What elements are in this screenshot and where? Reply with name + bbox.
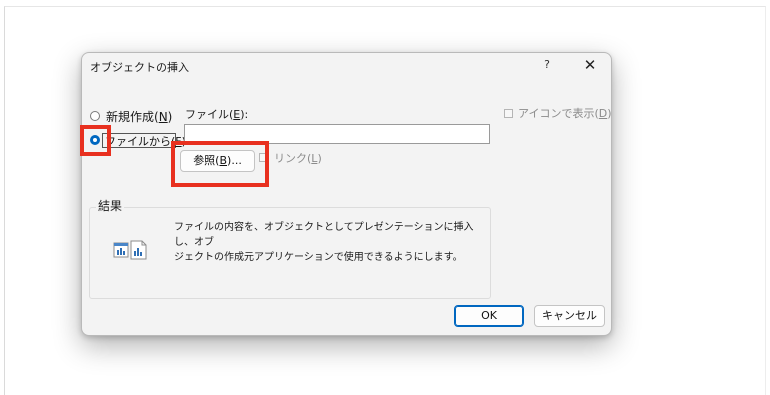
chart-document-icon bbox=[112, 235, 150, 267]
help-button[interactable]: ? bbox=[537, 55, 557, 75]
radio-from-file-label[interactable]: ファイルから(F) bbox=[102, 133, 186, 148]
insert-object-dialog: オブジェクトの挿入 ? ✕ 新規作成(N) ファイルから(F) ファイル(E):… bbox=[80, 52, 612, 336]
cancel-button[interactable]: キャンセル bbox=[534, 305, 605, 327]
display-as-icon-label[interactable]: アイコンで表示(D) bbox=[518, 105, 612, 121]
link-label[interactable]: リンク(L) bbox=[274, 150, 322, 166]
result-description-line-1: ファイルの内容を、オブジェクトとしてプレゼンテーションに挿入し、オブ bbox=[174, 222, 474, 248]
radio-create-new-label[interactable]: 新規作成(N) bbox=[106, 108, 172, 125]
display-as-icon-checkbox[interactable] bbox=[504, 109, 513, 118]
file-label: ファイル(E): bbox=[185, 108, 249, 121]
dialog-title: オブジェクトの挿入 bbox=[90, 61, 189, 74]
ok-button[interactable]: OK bbox=[454, 305, 524, 327]
result-description: ファイルの内容を、オブジェクトとしてプレゼンテーションに挿入し、オブ ジェクトの… bbox=[174, 220, 486, 265]
close-button[interactable]: ✕ bbox=[579, 55, 601, 75]
result-description-line-2: ジェクトの作成元アプリケーションで使用できるようにします。 bbox=[174, 252, 463, 263]
highlight-browse-button bbox=[171, 141, 269, 187]
highlight-from-file-radio bbox=[80, 125, 111, 156]
result-label: 結果 bbox=[96, 197, 125, 214]
radio-create-new[interactable] bbox=[90, 111, 100, 121]
